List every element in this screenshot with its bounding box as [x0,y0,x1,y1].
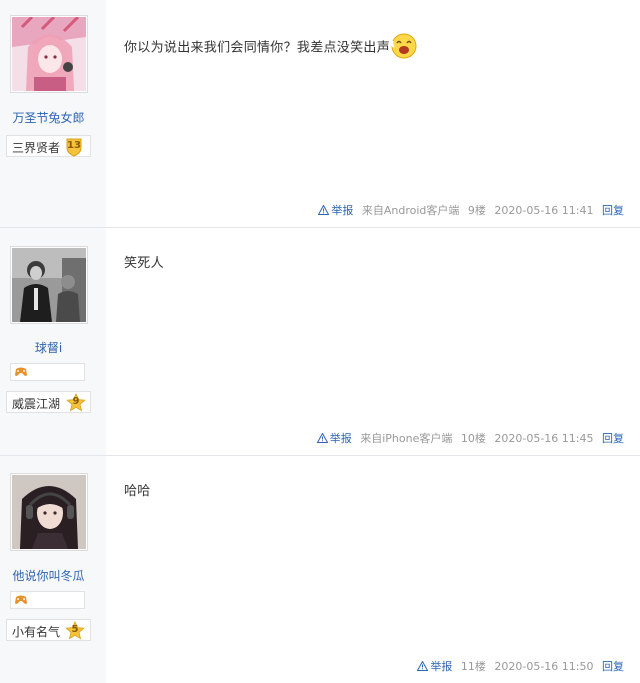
username[interactable]: 他说你叫冬瓜 [0,567,97,584]
post-content: 你以为说出来我们会同情你？我差点没笑出声 [124,33,417,63]
avatar[interactable] [10,15,88,93]
post-floor-10: 球督i 威震江湖 9 笑死人 举报 来自iPhone客户端 10楼 2020-0… [0,228,640,456]
client-source: 来自Android客户端 [361,204,460,217]
avatar[interactable] [10,473,88,551]
floor-number: 10楼 [460,432,486,445]
warning-icon [317,204,330,215]
avatar-image [12,248,86,322]
laughing-face-icon [391,33,417,63]
report-label: 举报 [331,204,354,217]
level-number: 5 [71,624,79,635]
post-floor-9: 万圣节兔女郎 三界贤者 13 你以为说出来我们会同情你？我差点没笑出声 举报 来… [0,0,640,228]
floor-number: 9楼 [467,204,486,217]
author-panel: 万圣节兔女郎 三界贤者 13 [0,0,106,227]
level-number: 13 [67,140,81,151]
post-time: 2020-05-16 11:50 [494,660,594,673]
post-text: 哈哈 [124,484,151,499]
username[interactable]: 万圣节兔女郎 [0,109,97,126]
reply-link[interactable]: 回复 [602,204,624,217]
level-name: 小有名气 [12,625,61,639]
client-source: 来自iPhone客户端 [360,432,453,445]
level-star-icon: 9 [66,393,86,413]
post-meta: 举报 11楼 2020-05-16 11:50 回复 [417,658,624,674]
reply-link[interactable]: 回复 [602,432,624,445]
level-badge[interactable]: 三界贤者 13 [6,135,91,157]
post-meta: 举报 来自Android客户端 9楼 2020-05-16 11:41 回复 [317,202,624,218]
floor-number: 11楼 [460,660,486,673]
level-star-icon: 5 [65,621,85,641]
report-label: 举报 [430,660,453,673]
post-text: 你以为说出来我们会同情你？我差点没笑出声 [124,40,391,56]
author-panel: 他说你叫冬瓜 小有名气 5 [0,456,106,683]
warning-icon [417,660,429,671]
post-floor-11: 他说你叫冬瓜 小有名气 5 哈哈 举报 11楼 2020-05-16 11:50… [0,456,640,683]
report-link[interactable]: 举报 [317,204,354,217]
warning-icon [316,432,329,443]
fan-badge[interactable] [10,363,85,381]
report-label: 举报 [329,432,352,445]
post-text: 笑死人 [124,256,164,271]
gamepad-icon [15,367,27,376]
level-name: 威震江湖 [12,397,61,411]
post-content: 哈哈 [124,480,151,499]
level-number: 9 [72,396,80,407]
level-badge[interactable]: 威震江湖 9 [6,391,91,413]
level-badge[interactable]: 小有名气 5 [6,619,91,641]
reply-link[interactable]: 回复 [602,660,624,673]
author-panel: 球督i 威震江湖 9 [0,228,106,455]
avatar-image [12,17,86,91]
avatar[interactable] [10,246,88,324]
post-time: 2020-05-16 11:41 [494,204,594,217]
gamepad-icon [15,595,27,604]
level-name: 三界贤者 [12,141,61,155]
fan-badge[interactable] [10,591,85,609]
report-link[interactable]: 举报 [316,432,352,445]
report-link[interactable]: 举报 [417,660,452,673]
post-content: 笑死人 [124,252,164,271]
level-shield-icon: 13 [64,137,84,157]
username[interactable]: 球督i [0,339,97,356]
avatar-image [12,475,86,549]
post-time: 2020-05-16 11:45 [494,432,594,445]
post-meta: 举报 来自iPhone客户端 10楼 2020-05-16 11:45 回复 [316,430,624,446]
